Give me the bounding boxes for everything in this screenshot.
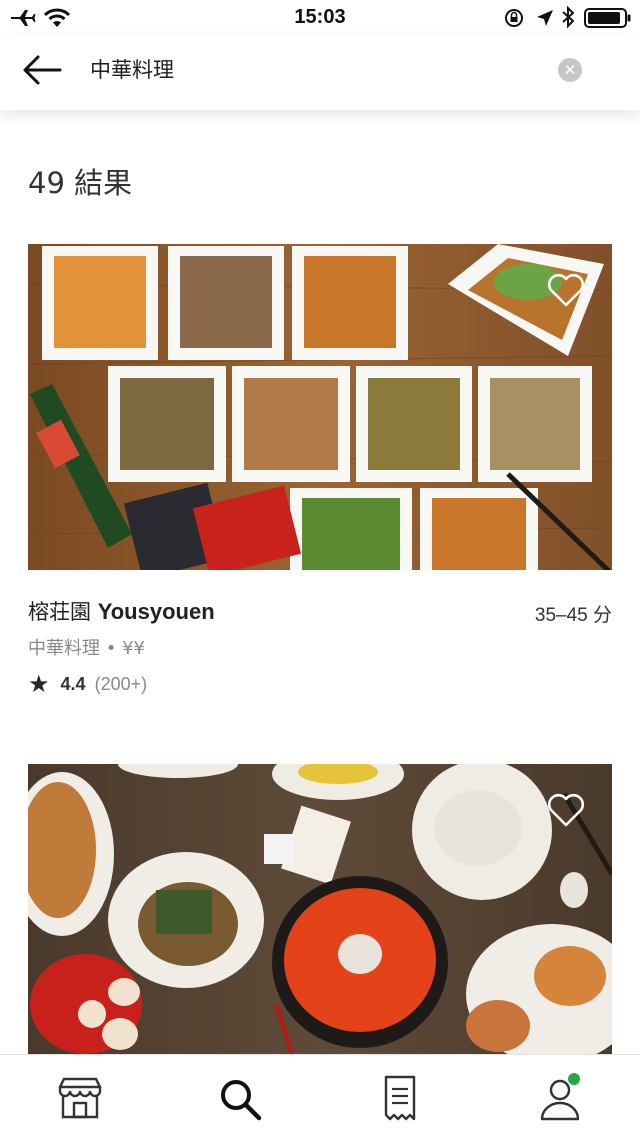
status-bar: 15:03 (0, 0, 640, 36)
nav-search[interactable] (214, 1073, 266, 1125)
heart-icon (547, 793, 585, 827)
rating-count: (200+) (94, 674, 148, 694)
restaurant-card[interactable]: 榕荘園 Yousyouen 35–45 分 中華料理 • ¥¥ ★ 4.4 (2… (28, 244, 612, 704)
arrow-left-icon (23, 55, 62, 85)
search-input[interactable]: 中華料理 (90, 54, 174, 84)
heart-icon (547, 273, 585, 307)
clear-search-button[interactable]: ✕ (558, 58, 582, 82)
nav-orders[interactable] (374, 1073, 426, 1125)
back-button[interactable] (20, 50, 64, 90)
delivery-eta: 35–45 分 (534, 605, 612, 626)
restaurant-rating: ★ 4.4 (200+) (28, 670, 147, 699)
store-icon (58, 1077, 102, 1119)
restaurant-name-en: Yousyouen (97, 599, 215, 624)
restaurant-image (28, 764, 612, 1054)
results-count: 49 結果 (28, 166, 133, 200)
meta-separator: • (105, 638, 117, 659)
restaurant-image (28, 244, 612, 570)
restaurant-meta: 中華料理 • ¥¥ (28, 634, 145, 660)
bluetooth-icon (562, 6, 574, 28)
search-header: 中華料理 ✕ (0, 36, 640, 110)
location-icon (537, 10, 553, 26)
battery-icon (584, 8, 631, 28)
restaurant-category: 中華料理 (28, 638, 100, 659)
account-icon (540, 1073, 580, 1121)
orientation-lock-icon (505, 9, 523, 27)
restaurant-name-jp: 榕荘園 (28, 600, 91, 624)
favorite-button[interactable] (546, 272, 586, 308)
receipt-icon (384, 1075, 416, 1121)
restaurant-name: 榕荘園 Yousyouen (28, 596, 215, 626)
close-icon: ✕ (563, 61, 577, 79)
restaurant-card[interactable] (28, 764, 612, 1054)
price-level: ¥¥ (122, 638, 145, 659)
search-icon (221, 1080, 262, 1121)
favorite-button[interactable] (546, 792, 586, 828)
bottom-nav (0, 1054, 640, 1139)
star-icon: ★ (28, 671, 50, 698)
nav-account[interactable] (534, 1073, 586, 1125)
nav-home[interactable] (54, 1073, 106, 1125)
notification-dot (568, 1073, 580, 1085)
rating-value: 4.4 (60, 674, 86, 694)
